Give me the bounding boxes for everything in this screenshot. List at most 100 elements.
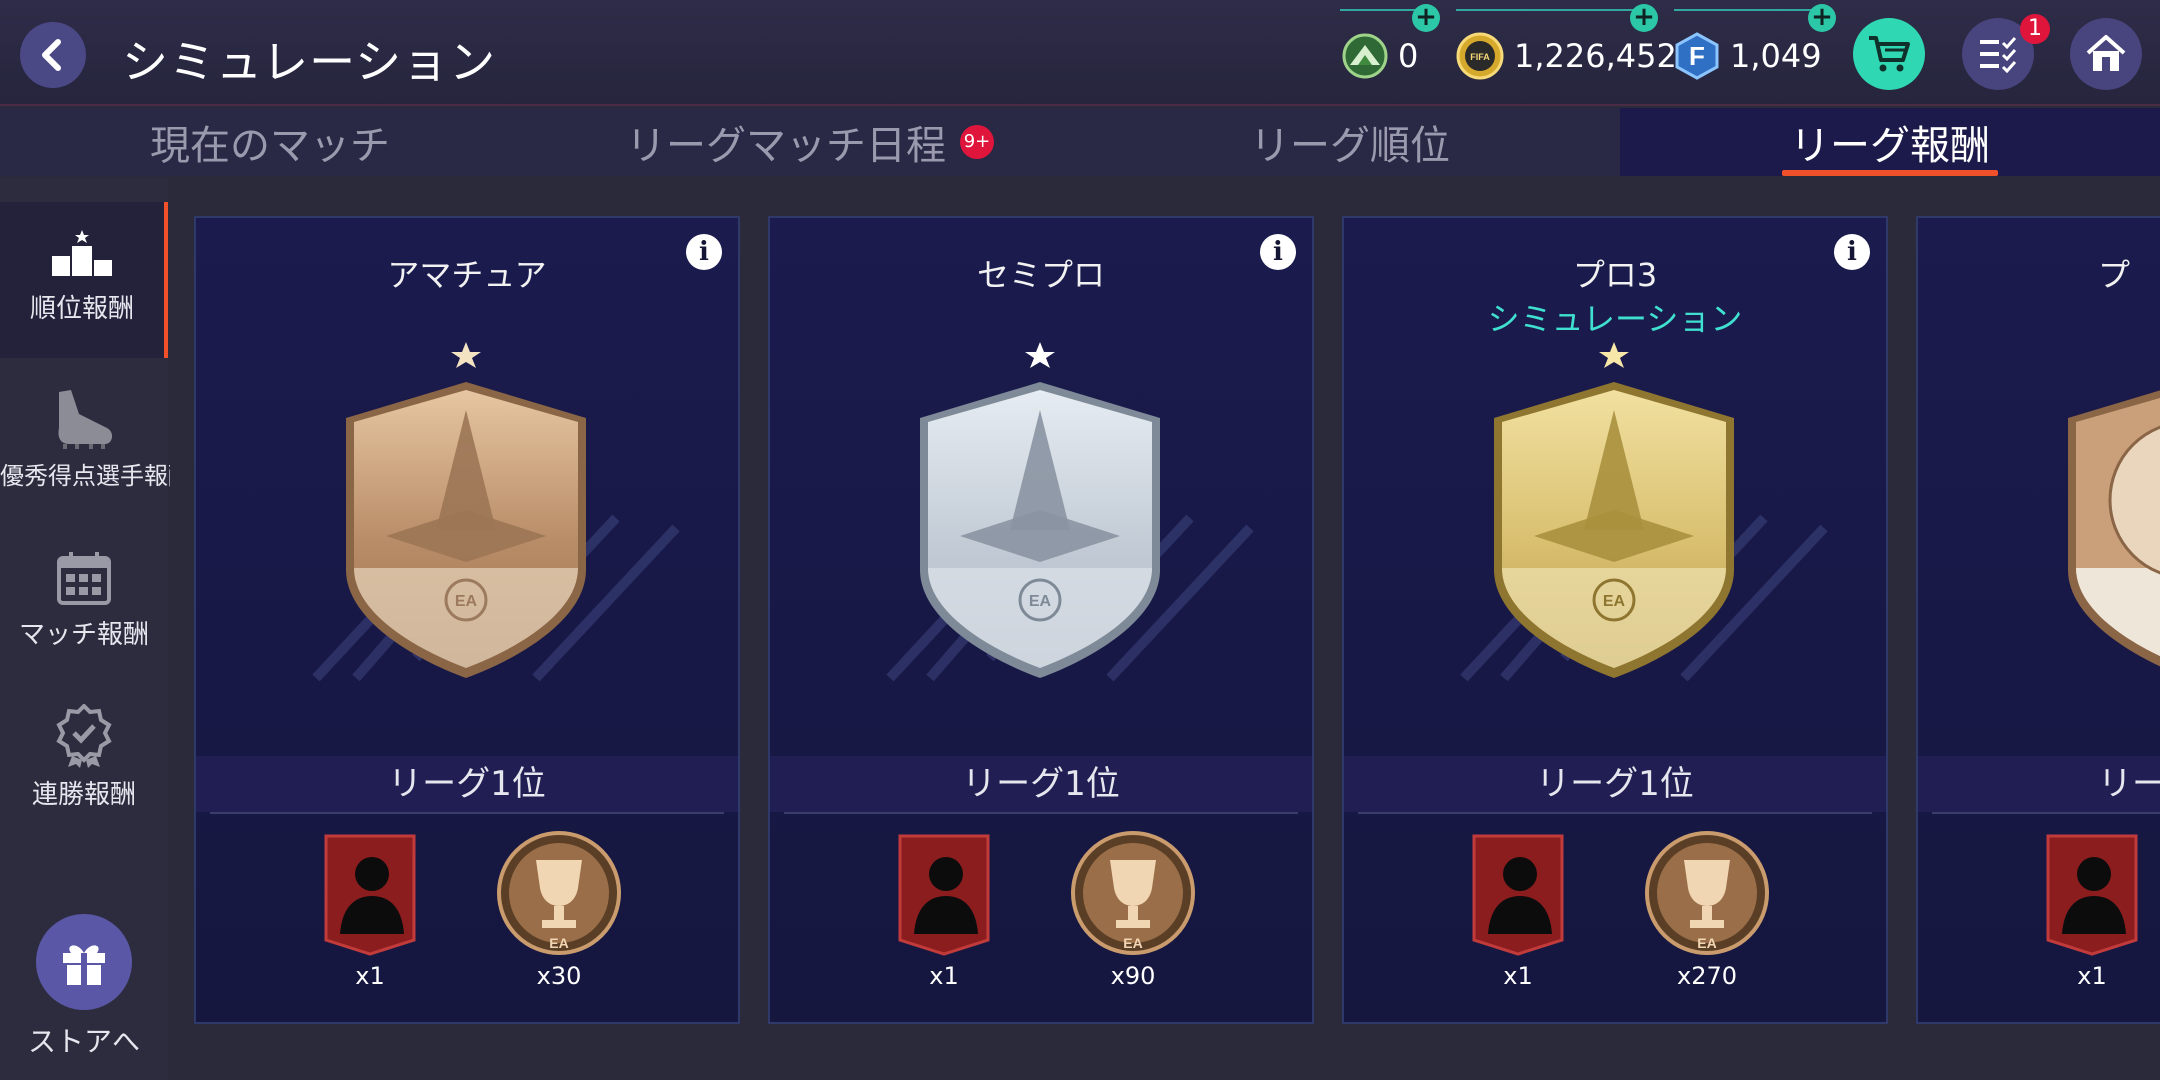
boot-icon (58, 390, 113, 449)
store-button[interactable] (36, 914, 132, 1010)
reward-trophy-token[interactable]: EA x90 (1070, 830, 1196, 990)
trophy-token-icon: EA (1645, 831, 1769, 955)
rank-label: リー (1918, 756, 2160, 812)
info-icon[interactable]: i (686, 234, 722, 270)
token-value: 0 (1398, 37, 1419, 75)
tab-bar: 現在のマッチ リーグマッチ日程 9+ リーグ順位 リーグ報酬 (0, 108, 2160, 176)
reward-player-card[interactable]: x1 (1464, 830, 1572, 990)
home-icon (2086, 35, 2126, 71)
points-value: 1,049 (1730, 37, 1822, 75)
trophy-token-icon: EA (1071, 831, 1195, 955)
reward-card-partial[interactable]: プ リー x1 (1916, 216, 2160, 1024)
reward-trophy-token[interactable]: EA x270 (1644, 830, 1770, 990)
back-button[interactable] (20, 22, 86, 88)
tab-league-schedule[interactable]: リーグマッチ日程 9+ (540, 108, 1080, 176)
sidebar-item-label: 最優秀得点選手報酬 (0, 462, 192, 490)
svg-text:EA: EA (1029, 593, 1052, 610)
player-card-icon (1472, 834, 1564, 956)
podium-icon (52, 230, 112, 276)
sidebar-item-label: マッチ報酬 (18, 620, 149, 650)
tab-current-match[interactable]: 現在のマッチ (0, 108, 540, 176)
medal-check-icon (56, 704, 112, 768)
tab-league-rewards[interactable]: リーグ報酬 (1620, 108, 2160, 176)
rank-label: リーグ1位 (770, 756, 1312, 812)
rank-label: リーグ1位 (1344, 756, 1886, 812)
reward-quantity: x1 (355, 962, 385, 990)
calendar-icon (57, 552, 111, 605)
info-icon[interactable]: i (1260, 234, 1296, 270)
league-shield-silver: EA (910, 340, 1170, 680)
divider (1358, 812, 1872, 814)
reward-quantity: x1 (929, 962, 959, 990)
card-title: プ (2098, 256, 2131, 294)
checklist-icon (1980, 37, 2017, 73)
divider (1932, 812, 2160, 814)
schedule-badge: 9+ (960, 125, 994, 159)
svg-text:F: F (1689, 41, 1705, 71)
currency-bar-line (1674, 9, 1824, 11)
coin-icon-label: FIFA (1470, 52, 1490, 62)
reward-player-card[interactable]: x1 (316, 830, 424, 990)
reward-quantity: x30 (536, 962, 582, 990)
player-card-icon (898, 834, 990, 956)
notification-badge: 1 (2020, 14, 2050, 44)
reward-card-pro3[interactable]: プロ3 シミュレーション i EA リーグ1位 x1 EA x270 (1342, 216, 1888, 1024)
top-bar: シミュレーション + 0 + FIFA 1,226,452 + F 1,049 (0, 0, 2160, 106)
card-title: セミプロ (976, 256, 1105, 294)
sidebar-item-label: 順位報酬 (29, 294, 134, 324)
svg-text:EA: EA (1697, 935, 1716, 951)
reward-card-amateur[interactable]: アマチュア i EA リーグ1位 x1 EA x30 (194, 216, 740, 1024)
svg-text:EA: EA (549, 935, 568, 951)
token-icon (1342, 33, 1388, 79)
rewards-panel: アマチュア i EA リーグ1位 x1 EA x30 セミプロ i EA リーグ… (170, 178, 2160, 1080)
sidebar-item-top-scorer-rewards[interactable]: 最優秀得点選手報酬 (0, 388, 192, 508)
tab-label: リーグ報酬 (1790, 123, 1990, 169)
reward-player-card[interactable]: x1 (890, 830, 998, 990)
fifa-points-icon: F (1675, 32, 1719, 80)
player-card-icon (2046, 834, 2138, 956)
coins-value: 1,226,452 (1514, 37, 1677, 75)
active-tab-indicator (1782, 170, 1998, 176)
svg-text:EA: EA (455, 593, 478, 610)
sidebar-item-match-rewards[interactable]: マッチ報酬 (0, 550, 168, 670)
coin-icon: FIFA (1456, 32, 1504, 80)
reward-quantity: x1 (1503, 962, 1533, 990)
currency-bar-line (1456, 9, 1646, 11)
rank-label: リーグ1位 (196, 756, 738, 812)
shop-cart-button[interactable] (1853, 18, 1925, 90)
sidebar-item-label: 連勝報酬 (31, 780, 136, 810)
sidebar-item-rank-rewards[interactable]: 順位報酬 (0, 202, 168, 358)
league-shield-ball (2058, 340, 2160, 680)
card-title: アマチュア (387, 256, 547, 294)
store-label: ストアへ (27, 1025, 140, 1058)
home-button[interactable] (2070, 18, 2142, 90)
currency-coins: FIFA 1,226,452 (1456, 28, 1677, 84)
reward-quantity: x1 (2077, 962, 2107, 990)
tab-league-standings[interactable]: リーグ順位 (1080, 108, 1620, 176)
svg-text:EA: EA (1123, 935, 1142, 951)
reward-quantity: x270 (1676, 962, 1737, 990)
chevron-left-icon (42, 39, 61, 71)
store-link[interactable]: ストアへ (0, 914, 168, 1064)
tab-label: 現在のマッチ (150, 123, 390, 169)
currency-token: 0 (1342, 28, 1418, 84)
trophy-token-icon: EA (497, 831, 621, 955)
cart-icon (1869, 36, 1910, 72)
divider (210, 812, 724, 814)
league-shield-bronze: EA (336, 340, 596, 680)
card-title: プロ3 (1572, 256, 1658, 294)
page-title: シミュレーション (122, 35, 497, 89)
player-card-icon (324, 834, 416, 956)
sidebar-item-win-streak-rewards[interactable]: 連勝報酬 (0, 704, 168, 824)
reward-trophy-token[interactable]: EA x30 (496, 830, 622, 990)
card-subtitle: シミュレーション (1487, 300, 1743, 338)
reward-player-card[interactable]: x1 (2038, 830, 2146, 990)
tab-label: リーグ順位 (1250, 123, 1450, 169)
reward-quantity: x90 (1110, 962, 1156, 990)
gift-icon (63, 945, 105, 985)
info-icon[interactable]: i (1834, 234, 1870, 270)
divider (784, 812, 1298, 814)
sidebar: 順位報酬 最優秀得点選手報酬 マッチ報酬 連勝報酬 (0, 178, 192, 1080)
reward-card-semi-pro[interactable]: セミプロ i EA リーグ1位 x1 EA x90 (768, 216, 1314, 1024)
currency-points: F 1,049 (1674, 28, 1822, 84)
